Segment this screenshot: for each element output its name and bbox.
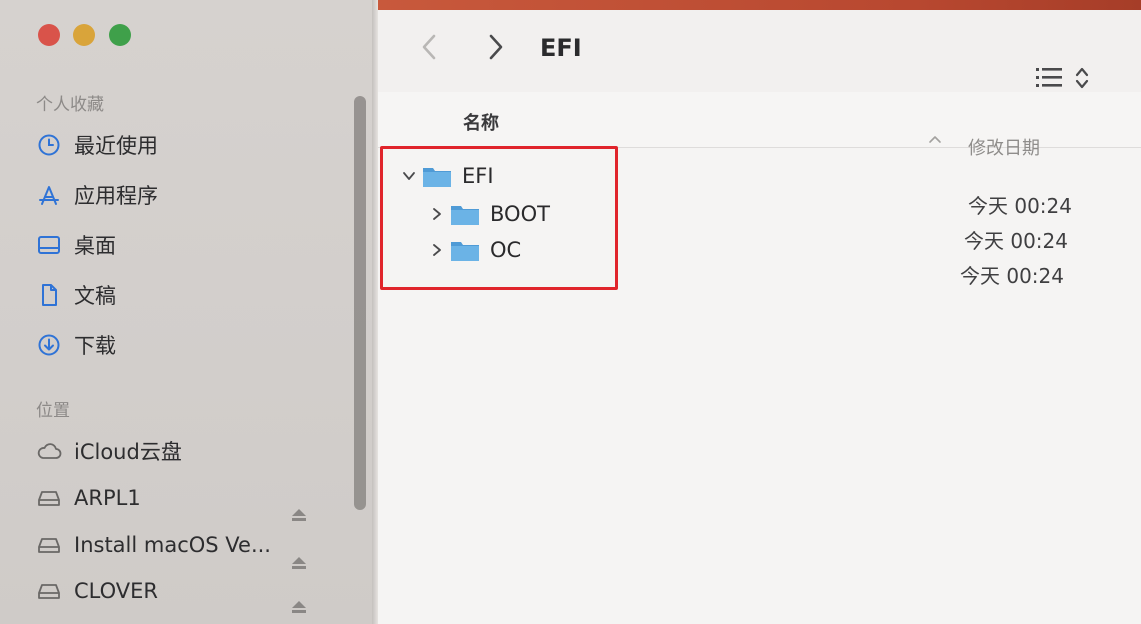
file-date: 今天 00:24 xyxy=(968,194,1072,218)
file-date: 今天 00:24 xyxy=(964,229,1068,253)
sidebar-item-downloads[interactable]: 下载 xyxy=(36,328,116,362)
forward-chevron-icon[interactable] xyxy=(481,30,509,64)
window-title: EFI xyxy=(540,34,582,62)
back-chevron-icon[interactable] xyxy=(416,30,444,64)
sidebar-item-label: 下载 xyxy=(74,334,116,358)
desktop-icon xyxy=(36,232,62,258)
sort-ascending-icon[interactable] xyxy=(928,134,942,144)
sidebar-item-label: CLOVER xyxy=(74,579,158,603)
background-stripe xyxy=(378,0,1141,10)
eject-install-macos-icon[interactable] xyxy=(291,556,307,570)
toolbar: EFI xyxy=(378,10,1141,92)
sidebar-item-icloud[interactable]: iCloud云盘 xyxy=(36,434,182,468)
main-content: EFI 名称 修改日期 EFI BOOT OC 今天 00:24 今天 00:2… xyxy=(378,10,1141,624)
sidebar-scrollbar[interactable] xyxy=(354,96,366,510)
favorites-header: 个人收藏 xyxy=(36,95,104,115)
cloud-icon xyxy=(36,438,62,464)
sidebar-item-label: Install macOS Ve... xyxy=(74,533,271,557)
sidebar-item-install-macos[interactable]: Install macOS Ve... xyxy=(36,528,271,562)
eject-arpl1-icon[interactable] xyxy=(291,508,307,522)
document-icon xyxy=(36,282,62,308)
sidebar-item-label: ARPL1 xyxy=(74,486,141,510)
locations-header: 位置 xyxy=(36,401,70,421)
sidebar-item-applications[interactable]: 应用程序 xyxy=(36,178,158,212)
drive-icon xyxy=(36,578,62,604)
sidebar-item-label: 最近使用 xyxy=(74,134,158,158)
minimize-window-button[interactable] xyxy=(73,24,95,46)
maximize-window-button[interactable] xyxy=(109,24,131,46)
sidebar: 个人收藏 最近使用 应用程序 桌面 文稿 下载 位置 iCloud云盘 ARPL… xyxy=(0,0,372,624)
sidebar-item-label: iCloud云盘 xyxy=(74,440,182,464)
applications-icon xyxy=(36,182,62,208)
finder-window: 个人收藏 最近使用 应用程序 桌面 文稿 下载 位置 iCloud云盘 ARPL… xyxy=(0,0,1141,624)
clock-icon xyxy=(36,132,62,158)
sidebar-item-label: 文稿 xyxy=(74,284,116,308)
download-icon xyxy=(36,332,62,358)
close-window-button[interactable] xyxy=(38,24,60,46)
drive-icon xyxy=(36,485,62,511)
sidebar-item-label: 桌面 xyxy=(74,234,116,258)
sidebar-item-arpl1[interactable]: ARPL1 xyxy=(36,481,141,515)
drive-icon xyxy=(36,532,62,558)
sidebar-item-documents[interactable]: 文稿 xyxy=(36,278,116,312)
sidebar-item-recents[interactable]: 最近使用 xyxy=(36,128,158,162)
column-date-header[interactable]: 修改日期 xyxy=(968,134,1040,160)
eject-clover-icon[interactable] xyxy=(291,600,307,614)
sidebar-item-desktop[interactable]: 桌面 xyxy=(36,228,116,262)
list-view-icon[interactable] xyxy=(1034,64,1096,92)
sidebar-item-label: 应用程序 xyxy=(74,184,158,208)
file-date: 今天 00:24 xyxy=(960,264,1064,288)
sidebar-item-clover[interactable]: CLOVER xyxy=(36,574,158,608)
highlight-annotation-box xyxy=(380,146,618,290)
column-name-header[interactable]: 名称 xyxy=(463,109,499,135)
column-header: 名称 修改日期 xyxy=(378,92,1141,159)
